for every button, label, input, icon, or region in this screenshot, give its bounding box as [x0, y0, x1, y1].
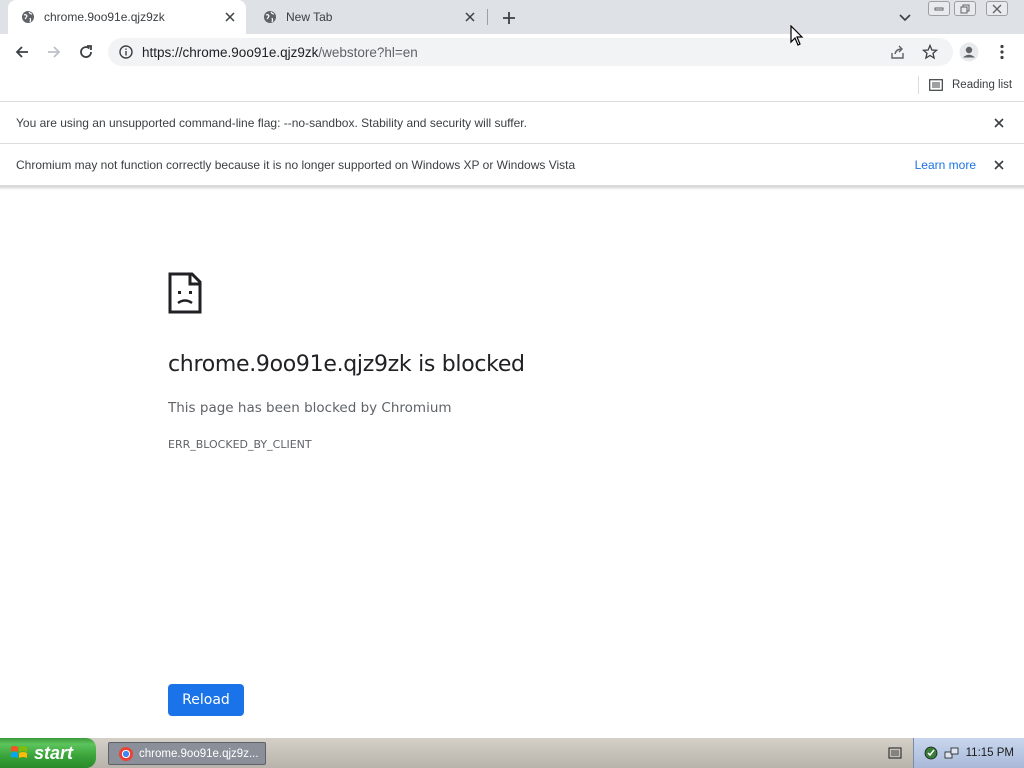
- sad-page-icon: [168, 272, 202, 319]
- infobar-message: You are using an unsupported command-lin…: [16, 115, 527, 130]
- close-icon[interactable]: [991, 157, 1007, 173]
- back-button[interactable]: [10, 40, 34, 64]
- close-icon: [992, 4, 1002, 13]
- error-title: chrome.9oo91e.qjz9zk is blocked: [168, 352, 525, 377]
- close-icon[interactable]: [460, 7, 480, 27]
- close-icon[interactable]: [220, 7, 240, 27]
- infobar-sandbox: You are using an unsupported command-lin…: [0, 102, 1024, 144]
- menu-button[interactable]: [990, 40, 1014, 64]
- share-button[interactable]: [886, 40, 910, 64]
- reading-list-label: Reading list: [952, 79, 1013, 91]
- taskbar-item-label: chrome.9oo91e.qjz9z...: [139, 747, 259, 760]
- infobar-shadow: [0, 186, 1024, 190]
- system-tray: 11:15 PM: [913, 738, 1024, 768]
- error-code: ERR_BLOCKED_BY_CLIENT: [168, 438, 312, 451]
- new-tab-button[interactable]: [498, 7, 520, 29]
- reading-list-icon: [929, 79, 943, 91]
- error-description: This page has been blocked by Chromium: [168, 400, 452, 416]
- url-text: https://chrome.9oo91e.qjz9zk/webstore?hl…: [142, 45, 418, 60]
- address-bar[interactable]: https://chrome.9oo91e.qjz9zk/webstore?hl…: [108, 38, 953, 66]
- infobar-message: Chromium may not function correctly beca…: [16, 157, 576, 172]
- globe-icon: [262, 9, 278, 25]
- tab-active[interactable]: chrome.9oo91e.qjz9zk: [8, 0, 246, 34]
- info-icon[interactable]: [118, 44, 134, 60]
- mouse-cursor: [790, 24, 804, 52]
- tab-title: chrome.9oo91e.qjz9zk: [44, 10, 165, 24]
- menu-icon: [1000, 44, 1004, 60]
- windows-flag-icon: [11, 746, 27, 758]
- minimize-icon: [934, 7, 944, 10]
- reload-icon: [80, 45, 92, 58]
- bookmarks-bar: [0, 70, 1024, 102]
- reload-page-button[interactable]: Reload: [168, 684, 244, 716]
- url-path: /webstore?hl=en: [318, 44, 418, 60]
- reload-button[interactable]: [74, 40, 98, 64]
- star-icon: [922, 44, 938, 60]
- clock: 11:15 PM: [965, 747, 1014, 759]
- bookmark-star-button[interactable]: [918, 40, 942, 64]
- window-close-button[interactable]: [986, 1, 1008, 16]
- tab-separator: [487, 9, 488, 25]
- bookmarks-separator: [918, 76, 919, 94]
- forward-button[interactable]: [42, 40, 66, 64]
- network-icon[interactable]: [944, 746, 960, 760]
- tab-search-button[interactable]: [894, 7, 916, 29]
- globe-icon: [20, 9, 36, 25]
- forward-icon: [48, 46, 61, 58]
- back-icon: [15, 46, 28, 58]
- start-button[interactable]: start: [0, 738, 96, 768]
- infobar-unsupported-os: Chromium may not function correctly beca…: [0, 144, 1024, 186]
- restore-button[interactable]: [954, 1, 976, 16]
- share-icon: [891, 45, 904, 59]
- start-label: start: [34, 742, 74, 763]
- profile-button[interactable]: [957, 40, 981, 64]
- chromium-icon: [119, 746, 133, 761]
- keyboard-icon[interactable]: [888, 746, 902, 765]
- security-icon[interactable]: [924, 746, 938, 760]
- reading-list-button[interactable]: Reading list: [929, 76, 1012, 94]
- close-icon[interactable]: [991, 115, 1007, 131]
- profile-icon: [959, 42, 979, 62]
- url-host: chrome.9oo91e.qjz9zk: [182, 44, 319, 60]
- tab-title: New Tab: [286, 10, 333, 24]
- plus-icon: [503, 12, 515, 24]
- minimize-button[interactable]: [928, 1, 950, 16]
- url-scheme: https://: [142, 44, 183, 60]
- chevron-down-icon: [899, 14, 911, 22]
- learn-more-link[interactable]: Learn more: [915, 158, 976, 172]
- restore-icon: [960, 4, 970, 13]
- taskbar-item-chrome[interactable]: chrome.9oo91e.qjz9z...: [108, 742, 266, 765]
- tab-inactive[interactable]: New Tab: [250, 0, 486, 34]
